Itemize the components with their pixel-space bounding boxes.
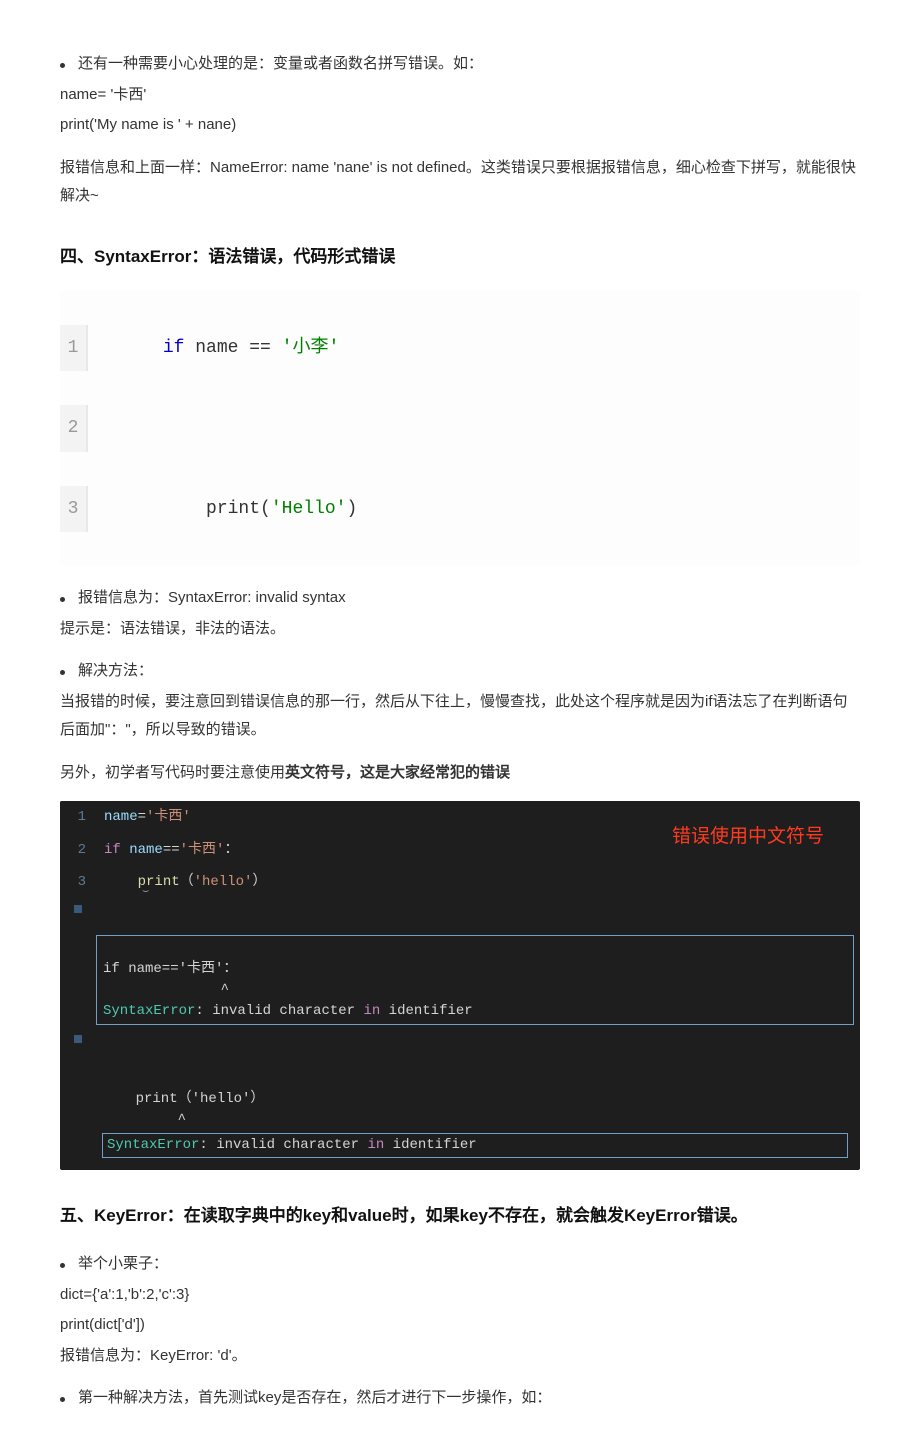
intro-list: 还有一种需要小心处理的是：变量或者函数名拼写错误。如：	[60, 50, 860, 79]
out-caret: ^	[103, 982, 229, 998]
string-literal: 'hello'	[194, 874, 253, 890]
sec5-code-2: print(dict['d'])	[60, 1311, 860, 1340]
keyword-in: in	[363, 1003, 380, 1019]
code-row-2: 2	[60, 405, 860, 451]
sec4-p3: 另外，初学者写代码时要注意使用英文符号，这是大家经常犯的错误	[60, 759, 860, 788]
intro-code-1: name= '卡西'	[60, 81, 860, 110]
intro-code-2: print('My name is ' + nane)	[60, 111, 860, 140]
sec4-p3-a: 另外，初学者写代码时要注意使用	[60, 764, 285, 781]
line-number: 1	[60, 325, 88, 371]
sec4-p1: 提示是：语法错误，非法的语法。	[60, 615, 860, 644]
code-text: )	[346, 499, 357, 519]
section-4-title: 四、SyntaxError：语法错误，代码形式错误	[60, 241, 860, 273]
sec5-bullet-1: 举个小栗子：	[60, 1250, 860, 1279]
error-text: : invalid character	[199, 1137, 367, 1153]
gutter-marker-icon	[74, 905, 82, 913]
line-number: 3	[60, 486, 88, 532]
error-text: identifier	[384, 1137, 476, 1153]
keyword-if: if	[104, 842, 121, 858]
error-text: identifier	[380, 1003, 472, 1019]
code-block-dark: 1 name='卡西' 2 if name=='卡西'： 3 print（'he…	[60, 801, 860, 1170]
string-literal: '小李'	[282, 338, 340, 358]
string-literal: '卡西'	[146, 809, 191, 825]
line-number: 2	[60, 834, 96, 867]
var-name: name	[121, 842, 163, 858]
line-number: 1	[60, 801, 96, 834]
code-text	[88, 422, 108, 434]
sec4-list-1: 报错信息为：SyntaxError: invalid syntax	[60, 584, 860, 613]
code-row-3: 3 print('Hello')	[60, 452, 860, 567]
sec4-bullet-2: 解决方法：	[60, 657, 860, 686]
out-line: print（'hello'）	[102, 1091, 264, 1107]
sec4-p3-b: 英文符号，这是大家经常犯的错误	[285, 764, 510, 781]
intro-bullet: 还有一种需要小心处理的是：变量或者函数名拼写错误。如：	[60, 50, 860, 79]
out-line: if name=='卡西'：	[103, 961, 237, 977]
code-text: print(	[163, 499, 271, 519]
error-name: SyntaxError	[103, 1003, 195, 1019]
error-output-1: if name=='卡西'： ^ SyntaxError: invalid ch…	[96, 935, 854, 1025]
sec4-p2: 当报错的时候，要注意回到错误信息的那一行，然后从下往上，慢慢查找，此处这个程序就…	[60, 688, 860, 745]
code-text: name ==	[184, 338, 281, 358]
paren: （	[180, 874, 194, 890]
error-name: SyntaxError	[107, 1137, 199, 1153]
var-name: name	[104, 809, 138, 825]
string-literal: 'Hello'	[271, 499, 347, 519]
sec5-bullet-2: 第一种解决方法，首先测试key是否存在，然后才进行下一步操作，如：	[60, 1384, 860, 1413]
intro-note: 报错信息和上面一样：NameError: name 'nane' is not …	[60, 154, 860, 211]
out-caret: ^	[102, 1112, 186, 1128]
operator: ==	[163, 842, 180, 858]
error-output-2: print（'hello'） ^ SyntaxError: invalid ch…	[96, 1066, 854, 1160]
operator: =	[138, 809, 146, 825]
colon: ：	[224, 842, 238, 858]
code-block-light: 1 if name == '小李' 2 3 print('Hello')	[60, 291, 860, 566]
line-number: 3	[60, 866, 96, 899]
dark-row-3: 3 print（'hello'）⌣	[60, 866, 860, 899]
section-5-title: 五、KeyError：在读取字典中的key和value时，如果key不存在，就会…	[60, 1200, 860, 1232]
keyword-if: if	[163, 338, 185, 358]
squiggle-icon: ⌣	[142, 882, 149, 903]
sec5-list-2: 第一种解决方法，首先测试key是否存在，然后才进行下一步操作，如：	[60, 1384, 860, 1413]
code-row-1: 1 if name == '小李'	[60, 291, 860, 406]
dark-blank-1	[60, 899, 860, 932]
indent	[104, 874, 138, 890]
line-number: 2	[60, 405, 88, 451]
sec4-bullet-1: 报错信息为：SyntaxError: invalid syntax	[60, 584, 860, 613]
keyword-in: in	[367, 1137, 384, 1153]
string-literal: '卡西'	[180, 842, 225, 858]
gutter-marker-icon	[74, 1035, 82, 1043]
sec5-list-1: 举个小栗子：	[60, 1250, 860, 1279]
sec5-code-1: dict={'a':1,'b':2,'c':3}	[60, 1281, 860, 1310]
error-text: : invalid character	[195, 1003, 363, 1019]
dark-blank-2	[60, 1029, 860, 1062]
paren: ）	[252, 874, 266, 890]
sec4-list-2: 解决方法：	[60, 657, 860, 686]
annotation-red: 错误使用中文符号	[672, 819, 824, 855]
sec5-code-3: 报错信息为：KeyError: 'd'。	[60, 1342, 860, 1371]
